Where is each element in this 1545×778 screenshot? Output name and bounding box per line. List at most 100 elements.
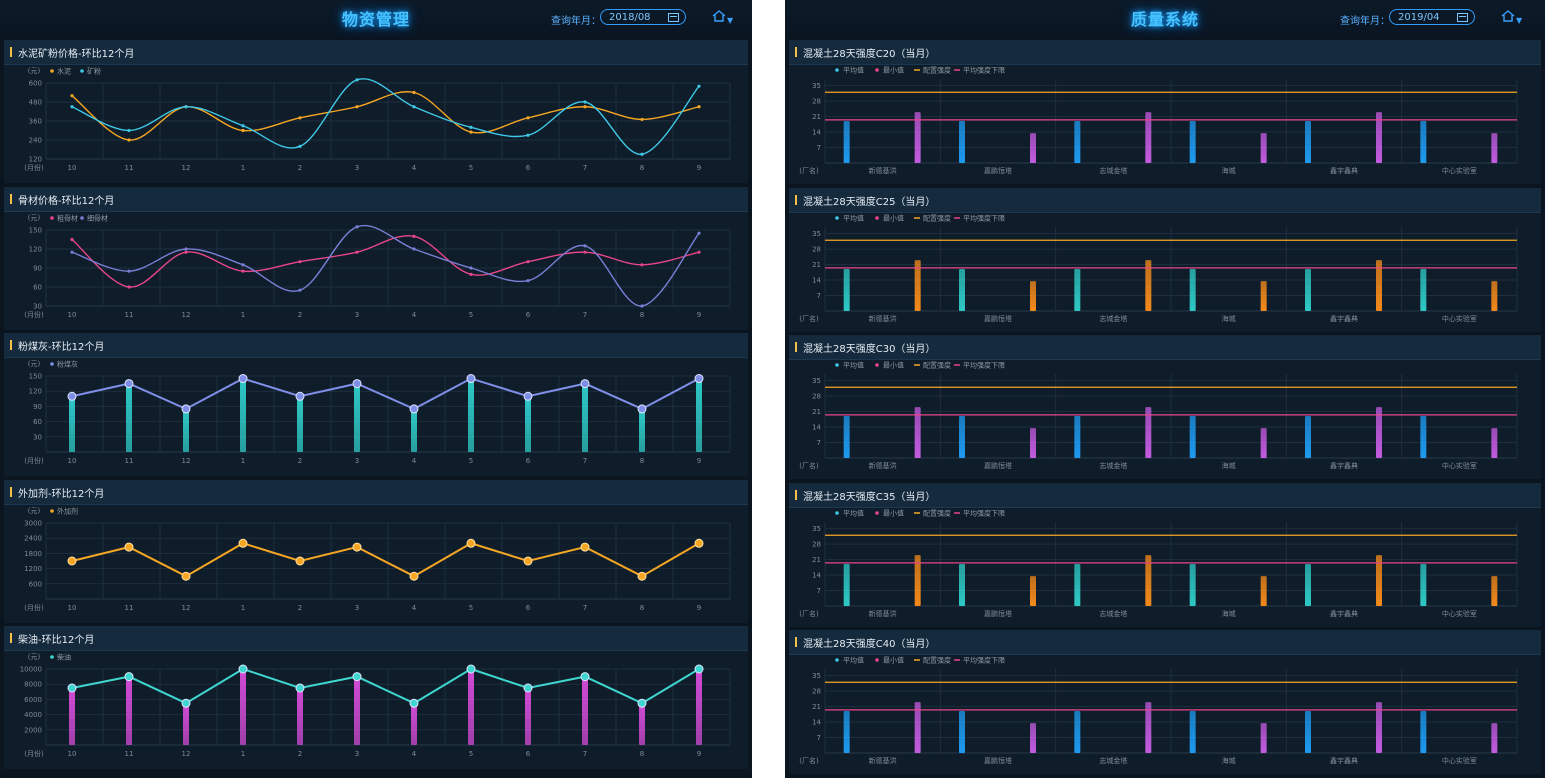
calendar-icon[interactable]: [1457, 13, 1468, 22]
bar: [240, 378, 246, 452]
avg-bar: [1420, 268, 1427, 311]
x-tick-label: 10: [68, 164, 77, 172]
y-tick-label: 28: [812, 540, 821, 548]
legend-marker: [835, 658, 839, 662]
x-tick-label: 海城: [1222, 609, 1236, 618]
avg-bar: [1074, 121, 1081, 163]
x-tick-label: 4: [412, 457, 417, 465]
chart-title: 混凝土28天强度C20（当月）: [803, 49, 936, 60]
x-tick-label: 嘉鹏恒塔: [984, 609, 1012, 618]
y-unit-label: (元): [28, 507, 41, 515]
x-tick-label: 志城金塔: [1099, 314, 1127, 323]
avg-bar: [843, 268, 850, 311]
y-tick-label: 21: [812, 408, 821, 416]
legend-marker: [835, 363, 839, 367]
x-tick-label: 6: [526, 604, 531, 612]
bar: [183, 408, 189, 452]
bar: [468, 378, 474, 452]
x-tick-label: 中心实验室: [1442, 756, 1477, 765]
y-unit-label: (元): [28, 653, 41, 661]
data-point: [67, 683, 77, 693]
chart-card-header: 外加剂-环比12个月: [4, 479, 748, 505]
y-tick-label: 21: [812, 703, 821, 711]
bar: [126, 676, 132, 745]
chart-card-header: 混凝土28天强度C30（当月）: [789, 335, 1541, 360]
y-tick-label: 35: [812, 525, 821, 533]
x-tick-label: 嘉鹏恒塔: [984, 461, 1012, 470]
data-point: [697, 105, 701, 109]
x-tick-label: 8: [640, 164, 644, 172]
data-point: [640, 117, 644, 122]
legend-label: 平均强度下限: [963, 656, 1005, 665]
chart-card-header: 粉煤灰-环比12个月: [4, 333, 748, 358]
data-point: [580, 542, 590, 552]
title-accent-bar: [10, 47, 12, 57]
x-unit-label: (厂名): [799, 461, 819, 470]
chart-title: 粉煤灰-环比12个月: [18, 342, 105, 353]
data-point: [70, 250, 74, 254]
data-point: [181, 404, 191, 414]
quality-dashboard: 质量系统 查询年月： 2019/04 ▼ 混凝土28天强度C20（当月） 平均值最…: [785, 0, 1545, 778]
y-tick-label: 120: [29, 245, 42, 253]
avg-bar: [959, 121, 965, 163]
legend-label: 外加剂: [57, 506, 78, 515]
y-tick-label: 7: [817, 144, 821, 152]
data-point: [295, 683, 305, 693]
chart-card: 混凝土28天强度C20（当月） 平均值 最小值 配置强度 平均强度下限 35 28 21 14 7…: [789, 40, 1541, 184]
data-point: [67, 556, 77, 565]
x-tick-label: 鑫宇鑫典: [1330, 314, 1358, 323]
min-bar: [1030, 280, 1036, 311]
x-tick-label: 10: [68, 457, 77, 465]
avg-bar: [1420, 711, 1427, 753]
y-tick-label: 14: [812, 129, 821, 137]
bar: [69, 688, 75, 745]
y-tick-label: 2000: [24, 726, 42, 734]
x-tick-label: 3: [355, 604, 359, 612]
x-unit-label: (月份): [24, 603, 44, 612]
bar: [411, 408, 417, 452]
chart-svg: 10000800060004000200010 11 12 1 2 3 4 5 6 7 8 9(月份)…: [20, 653, 731, 758]
min-bar: [1491, 428, 1498, 458]
home-menu-button[interactable]: ▼: [1501, 8, 1523, 26]
query-label: 查询年月：: [1340, 16, 1390, 27]
legend-label: 平均值: [843, 66, 864, 75]
avg-bar: [1420, 416, 1427, 458]
data-point: [70, 105, 74, 109]
data-point: [241, 124, 245, 128]
chart-svg: 平均值 最小值 配置强度 平均强度下限 35 28 21 14 7 新德基洪 嘉鹏恒塔 志城金塔 海城 鑫…: [799, 66, 1518, 175]
month-picker[interactable]: 2018/08: [600, 9, 686, 25]
chart-svg: 平均值 最小值 配置强度 平均强度下限 35 28 21 14 7 新德基洪 嘉鹏恒塔 志城金塔 海城 鑫…: [799, 656, 1518, 765]
x-tick-label: 4: [412, 604, 417, 612]
x-tick-label: 6: [526, 311, 531, 319]
data-point: [637, 571, 647, 581]
bar: [582, 383, 588, 452]
x-tick-label: 10: [68, 311, 77, 319]
series-line: [71, 91, 700, 141]
home-menu-button[interactable]: ▼: [712, 8, 734, 26]
avg-bar: [1189, 711, 1196, 753]
avg-bar: [1305, 563, 1311, 606]
chart-svg: 平均值 最小值 配置强度 平均强度下限 35 28 21 14 7 新德基洪 嘉鹏恒塔 志城金塔 海城 鑫…: [799, 213, 1518, 323]
title-accent-bar: [795, 47, 797, 57]
month-picker[interactable]: 2019/04: [1389, 9, 1475, 25]
calendar-icon[interactable]: [668, 13, 679, 22]
x-tick-label: 11: [125, 750, 134, 758]
data-point: [124, 542, 134, 552]
chart-svg: 15012090603010 11 12 1 2 3 4 5 6 7 8 9(月份)(元) 粗骨材 细骨材: [24, 213, 731, 319]
series-line: [71, 234, 700, 288]
legend-label: 平均强度下限: [963, 508, 1005, 517]
x-tick-label: 11: [125, 164, 134, 172]
x-tick-label: 7: [583, 604, 587, 612]
y-tick-label: 7: [817, 734, 821, 742]
legend-label: 平均强度下限: [963, 361, 1005, 370]
data-point: [238, 664, 248, 674]
chart-card: 外加剂-环比12个月 3000 2400 1800 1200 600 10 11 12 1 2 3 4 5…: [4, 479, 748, 623]
x-tick-label: 2: [298, 604, 302, 612]
y-unit-label: (元): [28, 360, 41, 368]
chart-svg: 15012090603010 11 12 1 2 3 4 5 6 7 8 9(月份)(元) 粉煤灰: [24, 360, 731, 465]
legend-label: 配置强度: [923, 508, 951, 517]
chart-title: 混凝土28天强度C25（当月）: [803, 196, 936, 208]
x-tick-label: 新德基洪: [869, 756, 897, 765]
x-tick-label: 7: [583, 457, 587, 465]
avg-bar: [1189, 121, 1196, 163]
